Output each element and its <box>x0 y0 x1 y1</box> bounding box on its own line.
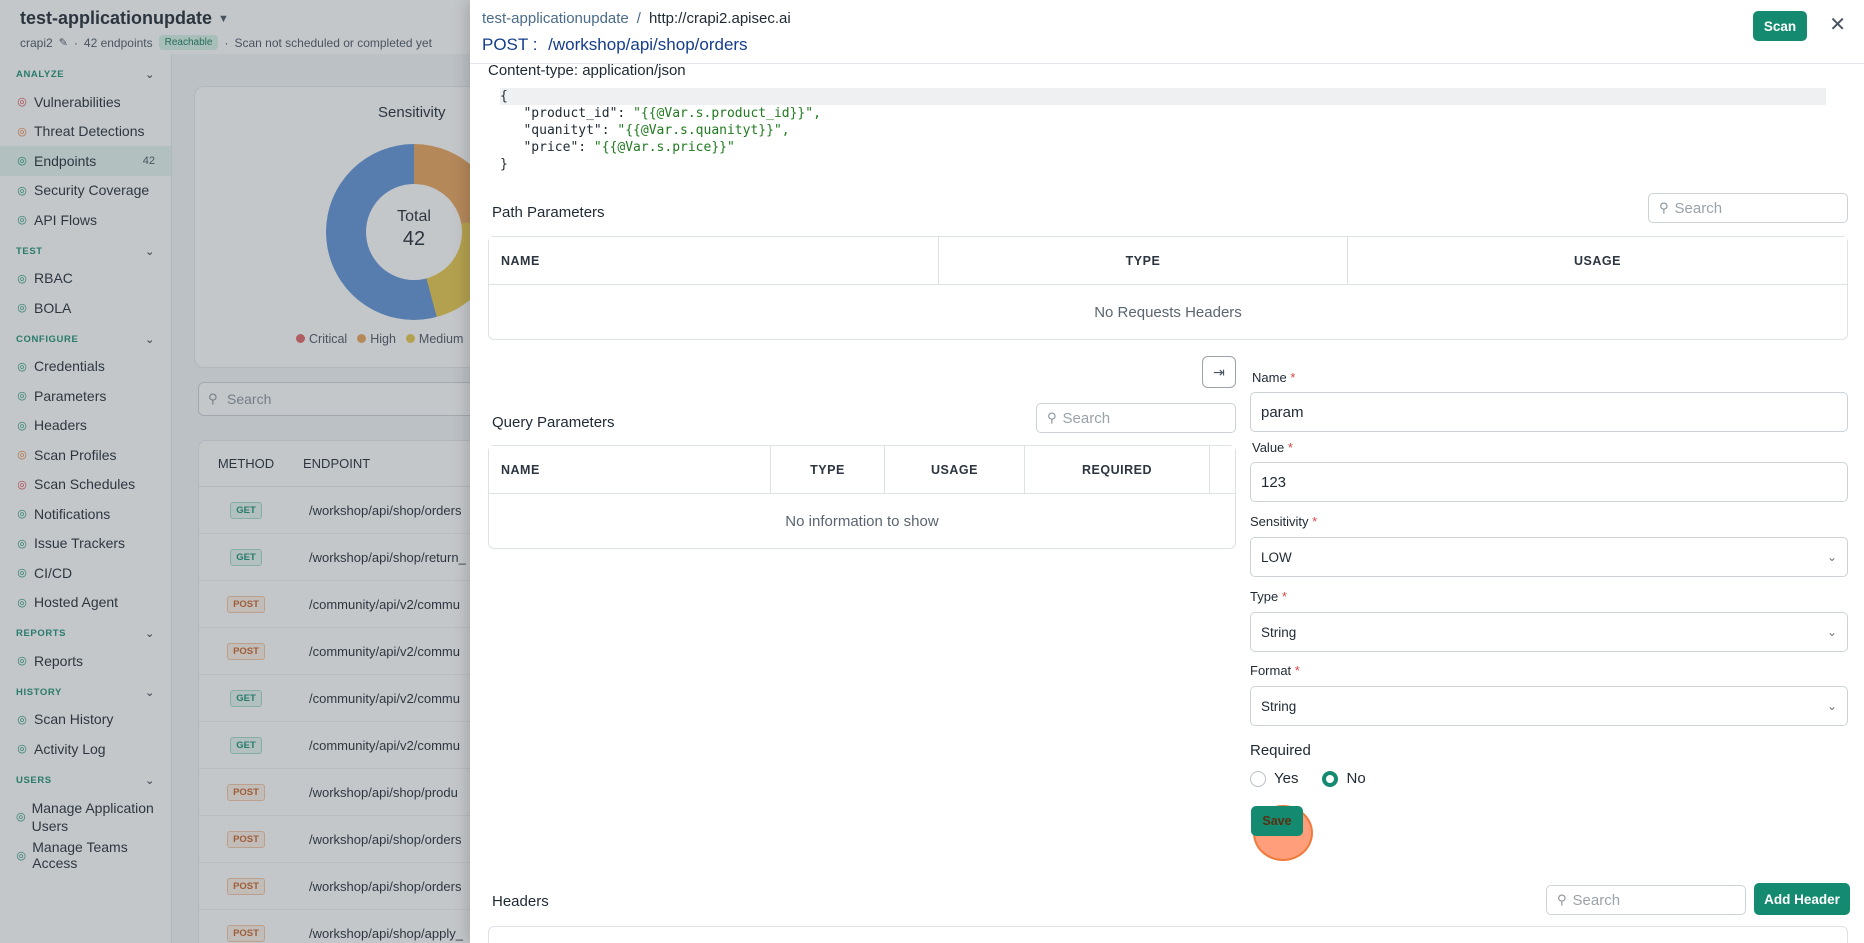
required-no-radio[interactable] <box>1322 770 1339 787</box>
path-params-search-input[interactable] <box>1674 199 1825 217</box>
query-params-search-input[interactable] <box>1062 409 1213 427</box>
path-params-table: NAME TYPE USAGE No Requests Headers <box>488 236 1848 340</box>
required-yes-radio[interactable] <box>1250 770 1266 787</box>
required-mark: * <box>1312 514 1318 529</box>
chevron-down-icon: ⌄ <box>1826 699 1837 713</box>
search-icon: ⚲ <box>1659 200 1669 215</box>
type-value: String <box>1261 624 1297 640</box>
name-label-text: Name <box>1252 370 1287 385</box>
save-button[interactable]: Save <box>1251 806 1303 836</box>
code-key: "product_id": <box>500 106 634 121</box>
code-line: } <box>500 156 1826 173</box>
required-mark: * <box>1281 589 1287 604</box>
query-params-empty: No information to show <box>785 512 939 530</box>
query-params-search[interactable]: ⚲ <box>1036 403 1236 433</box>
endpoint-drawer: test-applicationupdate / http://crapi2.a… <box>470 0 1864 943</box>
required-no-label[interactable]: No <box>1346 770 1365 787</box>
path-params-search[interactable]: ⚲ <box>1648 193 1848 223</box>
sensitivity-select[interactable]: LOW ⌄ <box>1250 537 1848 577</box>
query-params-table: NAME TYPE USAGE REQUIRED No information … <box>488 445 1236 549</box>
required-radio-group: Yes No <box>1250 770 1366 787</box>
col-name: NAME <box>489 446 771 493</box>
col-name: NAME <box>489 237 939 284</box>
required-mark: * <box>1294 663 1300 678</box>
code-brace: { <box>500 89 508 104</box>
breadcrumb: test-applicationupdate / http://crapi2.a… <box>482 10 791 27</box>
col-type: TYPE <box>939 237 1348 284</box>
format-value: String <box>1261 698 1297 714</box>
value-field[interactable]: 123 <box>1250 462 1848 502</box>
path-params-title: Path Parameters <box>492 204 605 221</box>
type-label: Type * <box>1250 589 1287 604</box>
type-label-text: Type <box>1250 589 1279 604</box>
required-mark: * <box>1290 370 1296 385</box>
col-required: REQUIRED <box>1025 446 1210 493</box>
code-line: { <box>500 88 1826 105</box>
format-label-text: Format <box>1250 663 1292 678</box>
content-type: Content-type: application/json <box>488 62 686 79</box>
collapse-panel-icon[interactable]: ⇥ <box>1202 356 1236 388</box>
breadcrumb-app[interactable]: test-applicationupdate <box>482 10 629 27</box>
endpoint-title: POST : /workshop/api/shop/orders <box>482 35 748 55</box>
code-value: "{{@Var.s.price}}" <box>593 140 735 155</box>
format-label: Format * <box>1250 663 1300 678</box>
search-icon: ⚲ <box>1047 410 1057 425</box>
breadcrumb-host: http://crapi2.apisec.ai <box>648 10 791 27</box>
modal-overlay[interactable] <box>0 0 470 943</box>
headers-title: Headers <box>492 893 549 910</box>
code-brace: } <box>500 157 508 172</box>
code-value: "{{@Var.s.quanityt}}", <box>617 123 790 138</box>
code-line: "quanityt": "{{@Var.s.quanityt}}", <box>500 122 1826 139</box>
headers-search-input[interactable] <box>1572 891 1723 909</box>
chevron-down-icon: ⌄ <box>1826 550 1837 564</box>
endpoint-method: POST : <box>482 35 538 54</box>
chevron-down-icon: ⌄ <box>1826 625 1837 639</box>
col-usage: USAGE <box>1574 253 1621 268</box>
code-line: "product_id": "{{@Var.s.product_id}}", <box>500 105 1826 122</box>
query-params-header: NAME TYPE USAGE REQUIRED <box>489 446 1235 494</box>
headers-table <box>488 926 1848 943</box>
code-line: "price": "{{@Var.s.price}}" <box>500 139 1826 156</box>
drawer-header: test-applicationupdate / http://crapi2.a… <box>470 0 1864 64</box>
save-button-label: Save <box>1262 814 1292 828</box>
required-mark: * <box>1287 440 1293 455</box>
query-params-title: Query Parameters <box>492 414 615 431</box>
code-key: "price": <box>500 140 594 155</box>
col-actions <box>1210 446 1235 493</box>
required-label: Required <box>1250 742 1311 759</box>
sensitivity-label: Sensitivity * <box>1250 514 1317 529</box>
value-label: Value * <box>1252 440 1293 455</box>
col-usage: USAGE <box>885 446 1025 493</box>
required-yes-label[interactable]: Yes <box>1274 770 1298 787</box>
add-header-button[interactable]: Add Header <box>1754 883 1850 915</box>
name-field[interactable]: param <box>1250 392 1848 432</box>
headers-search[interactable]: ⚲ <box>1546 885 1746 915</box>
endpoint-path: /workshop/api/shop/orders <box>548 35 748 54</box>
col-type: TYPE <box>771 446 885 493</box>
close-icon[interactable]: ✕ <box>1829 12 1846 37</box>
request-body: { "product_id": "{{@Var.s.product_id}}",… <box>500 88 1826 174</box>
scan-button[interactable]: Scan <box>1753 11 1807 41</box>
sensitivity-label-text: Sensitivity <box>1250 514 1309 529</box>
format-select[interactable]: String ⌄ <box>1250 686 1848 726</box>
code-key: "quanityt": <box>500 123 618 138</box>
value-label-text: Value <box>1252 440 1285 455</box>
name-label: Name * <box>1252 370 1295 385</box>
breadcrumb-separator: / <box>636 10 641 27</box>
code-value: "{{@Var.s.product_id}}", <box>633 106 821 121</box>
sensitivity-value: LOW <box>1261 549 1292 565</box>
search-icon: ⚲ <box>1557 892 1567 907</box>
type-select[interactable]: String ⌄ <box>1250 612 1848 652</box>
path-params-empty: No Requests Headers <box>1094 303 1242 321</box>
path-params-header: NAME TYPE USAGE <box>489 237 1847 285</box>
